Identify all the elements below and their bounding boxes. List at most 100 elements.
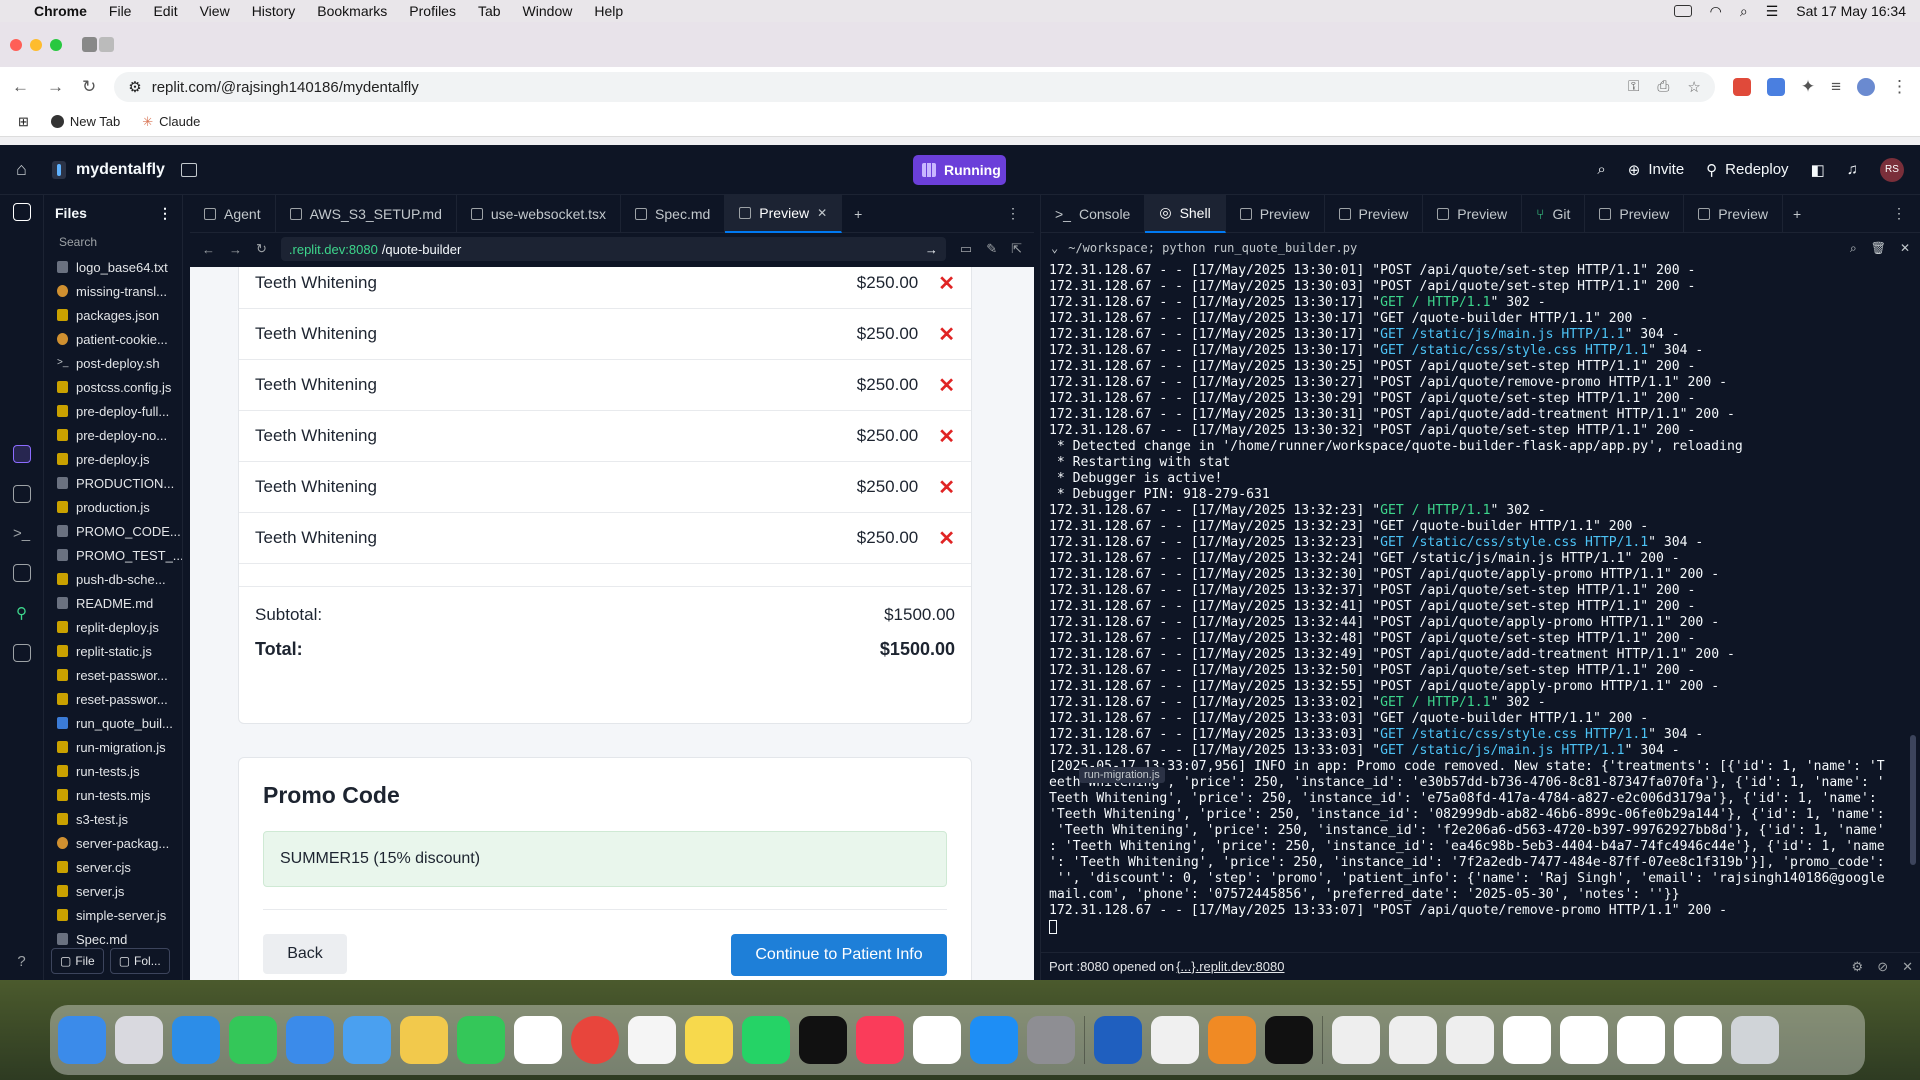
- document-thumbnail-icon[interactable]: [1503, 1016, 1551, 1064]
- menu-tab[interactable]: Tab: [478, 3, 501, 19]
- site-info-icon[interactable]: ⚙: [128, 78, 141, 96]
- new-file-button[interactable]: ▢ File: [51, 948, 104, 974]
- menubar-clock[interactable]: Sat 17 May 16:34: [1796, 3, 1906, 19]
- terminal-scrollbar[interactable]: [1910, 735, 1916, 865]
- tab-git[interactable]: ⑂ Git: [1522, 194, 1586, 233]
- file-search-input[interactable]: Search: [51, 231, 176, 255]
- redeploy-button[interactable]: ⚲ Redeploy: [1706, 161, 1788, 179]
- file-tree-item[interactable]: packages.json: [45, 303, 182, 327]
- search-icon[interactable]: ⌕: [1850, 241, 1857, 256]
- minimize-window-button[interactable]: [30, 38, 42, 51]
- facetime-icon[interactable]: [457, 1016, 505, 1064]
- file-tree-item[interactable]: server.js: [45, 879, 182, 903]
- webview-url-bar[interactable]: .replit.dev:8080/quote-builder →: [280, 237, 946, 261]
- all-tools-icon[interactable]: [12, 644, 31, 662]
- document-thumbnail-icon[interactable]: [1389, 1016, 1437, 1064]
- add-tab-icon[interactable]: +: [842, 206, 862, 222]
- safari-icon[interactable]: [172, 1016, 220, 1064]
- tab-preview[interactable]: Preview ✕: [725, 194, 843, 233]
- search-icon[interactable]: ⌕: [1740, 3, 1748, 20]
- pane-menu-icon[interactable]: ⋮: [1006, 205, 1020, 222]
- back-button[interactable]: Back: [263, 934, 347, 974]
- back-arrow-icon[interactable]: ←: [12, 77, 29, 97]
- file-tree-item[interactable]: run-tests.js: [45, 759, 182, 783]
- launchpad-icon[interactable]: [115, 1016, 163, 1064]
- translate-extension-icon[interactable]: [1766, 78, 1785, 96]
- address-bar[interactable]: ⚙ replit.com/@rajsingh140186/mydentalfly…: [114, 72, 1715, 102]
- tab-use-websocket[interactable]: use-websocket.tsx: [457, 194, 622, 233]
- music-icon[interactable]: [856, 1016, 904, 1064]
- file-tree-item[interactable]: pre-deploy-full...: [45, 399, 182, 423]
- file-tree-item[interactable]: run-migration.js: [45, 735, 182, 759]
- menu-history[interactable]: History: [252, 3, 296, 19]
- tab-favicon[interactable]: [82, 37, 97, 52]
- finder-icon[interactable]: [58, 1016, 106, 1064]
- file-tree-item[interactable]: server.cjs: [45, 855, 182, 879]
- trash-icon[interactable]: [1731, 1016, 1779, 1064]
- reload-icon[interactable]: ↻: [256, 241, 267, 257]
- app-store-icon[interactable]: [970, 1016, 1018, 1064]
- document-thumbnail-icon[interactable]: [1674, 1016, 1722, 1064]
- file-tree-item[interactable]: pre-deploy.js: [45, 447, 182, 471]
- file-tree-item[interactable]: pre-deploy-no...: [45, 423, 182, 447]
- run-status-button[interactable]: Running: [913, 155, 1006, 185]
- calendar-icon[interactable]: [514, 1016, 562, 1064]
- shell-tool-icon[interactable]: >_: [13, 525, 30, 542]
- menu-edit[interactable]: Edit: [153, 3, 177, 19]
- file-tree-item[interactable]: postcss.config.js: [45, 375, 182, 399]
- device-icon[interactable]: ▭: [960, 241, 972, 257]
- file-tree-item[interactable]: PROMO_TEST_...: [45, 543, 182, 567]
- close-tab-icon[interactable]: ✕: [817, 206, 827, 220]
- trash-icon[interactable]: 🗑: [1871, 241, 1886, 256]
- remove-treatment-icon[interactable]: ✕: [938, 526, 955, 551]
- file-tree-item[interactable]: >_ post-deploy.sh: [45, 351, 182, 375]
- close-window-button[interactable]: [10, 38, 22, 51]
- tab-console[interactable]: >_ Console: [1041, 194, 1146, 233]
- file-tree-item[interactable]: replit-deploy.js: [45, 615, 182, 639]
- remote-desktop-icon[interactable]: [1094, 1016, 1142, 1064]
- tab-preview-5[interactable]: Preview: [1684, 194, 1783, 233]
- address-bar-url[interactable]: replit.com/@rajsingh140186/mydentalfly: [152, 79, 419, 96]
- tab-preview-2[interactable]: Preview: [1325, 194, 1424, 233]
- close-icon[interactable]: ✕: [1900, 241, 1910, 256]
- tab-favicon[interactable]: [99, 37, 114, 52]
- document-thumbnail-icon[interactable]: [1617, 1016, 1665, 1064]
- tab-aws-s3-setup[interactable]: AWS_S3_SETUP.md: [276, 194, 457, 233]
- puzzle-extensions-icon[interactable]: ✦: [1801, 77, 1815, 97]
- messages-icon[interactable]: [229, 1016, 277, 1064]
- file-tree-item[interactable]: PRODUCTION...: [45, 471, 182, 495]
- file-tree-item[interactable]: reset-passwor...: [45, 663, 182, 687]
- battery-icon[interactable]: [1673, 5, 1692, 17]
- password-key-icon[interactable]: ⚿: [1628, 78, 1639, 96]
- menu-help[interactable]: Help: [594, 3, 623, 19]
- project-name[interactable]: mydentalfly: [76, 161, 165, 179]
- files-tool-icon[interactable]: [12, 203, 31, 221]
- home-icon[interactable]: ⌂: [16, 159, 40, 180]
- files-menu-icon[interactable]: ⋮: [158, 205, 172, 222]
- file-tree-item[interactable]: missing-transl...: [45, 279, 182, 303]
- terminal-output[interactable]: 172.31.128.67 - - [17/May/2025 13:30:01]…: [1049, 263, 1905, 939]
- menu-app-name[interactable]: Chrome: [34, 3, 87, 19]
- menu-file[interactable]: File: [109, 3, 132, 19]
- news-icon[interactable]: [913, 1016, 961, 1064]
- mail-icon[interactable]: [286, 1016, 334, 1064]
- file-tree-item[interactable]: s3-test.js: [45, 807, 182, 831]
- file-tree-item[interactable]: logo_base64.txt: [45, 255, 182, 279]
- remove-treatment-icon[interactable]: ✕: [938, 322, 955, 347]
- tab-preview-4[interactable]: Preview: [1585, 194, 1685, 233]
- file-tree-item[interactable]: run-tests.mjs: [45, 783, 182, 807]
- zoom-window-button[interactable]: [50, 38, 62, 51]
- photos-icon[interactable]: [400, 1016, 448, 1064]
- hide-icon[interactable]: ⊘: [1877, 959, 1888, 975]
- apps-grid-icon[interactable]: ⊞: [18, 114, 29, 130]
- file-tree-item[interactable]: server-packag...: [45, 831, 182, 855]
- system-settings-icon[interactable]: [1027, 1016, 1075, 1064]
- bookmark-claude[interactable]: ✳ Claude: [142, 114, 200, 130]
- forward-arrow-icon[interactable]: →: [47, 77, 64, 97]
- capcut-icon[interactable]: [1265, 1016, 1313, 1064]
- file-tree-item[interactable]: run_quote_buil...: [45, 711, 182, 735]
- search-icon[interactable]: ⌕: [1597, 161, 1605, 178]
- chevron-down-icon[interactable]: ⌄: [1051, 241, 1058, 255]
- tab-agent[interactable]: Agent: [190, 194, 276, 233]
- back-arrow-icon[interactable]: ←: [202, 242, 215, 257]
